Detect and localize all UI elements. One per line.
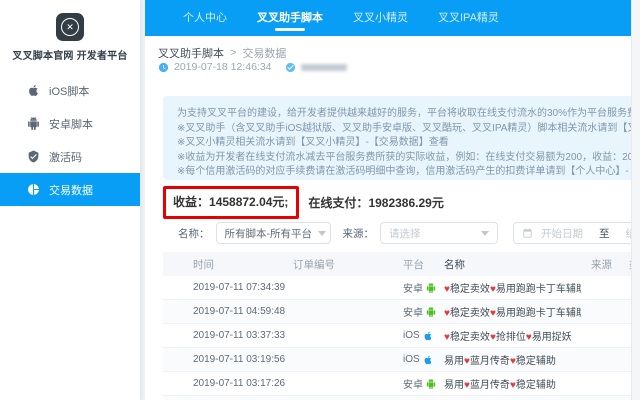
shield-icon [27,150,40,163]
name-filter-label: 名称： [178,226,210,241]
sidebar-item-label: 激活码 [49,149,82,165]
table-row: 2019-07-11 03:19:56 iOS易用♥蓝月传奇♥稳定辅助 [163,348,632,372]
sidebar-item-label: iOS脚本 [49,83,89,99]
table-row: iOS易用♥蓝月传奇♥稳定辅助 [163,396,632,400]
column-header-时间: 时间 [163,257,293,272]
column-header-来源: 来源 [581,257,621,272]
notice-line: 为支持叉叉平台的建设，给开发者提供越来越好的服务，平台将收取在线支付流水的30%… [177,107,632,122]
filter-bar: 名称： 所有脚本-所有平台 来源： 请选择 开始日期 至 结束日期 [178,222,632,244]
apple-icon [423,355,433,365]
main-content: 个人中心叉叉助手脚本叉叉小精灵叉叉IPA精灵 叉叉助手脚本 > 交易数据 201… [145,0,632,400]
cell-name: ♥稳定卖效♥易用跑跑卡丁车辅助 [436,304,581,319]
cell-platform: iOS [398,330,436,341]
sidebar-menu: iOS脚本安卓脚本激活码交易数据 [0,74,140,206]
notice-line: ※叉叉小精灵相关流水请到【叉叉小精灵】-【交易数据】查看 [177,136,632,151]
notice-line: ※每个信用激活码的对应手续费请在激活码明细中查询，信用激活码产生的扣费详单请到【… [177,165,632,180]
tab-个人中心[interactable]: 个人中心 [183,0,227,36]
sidebar-item-label: 交易数据 [49,182,93,198]
sidebar-item-激活码[interactable]: 激活码 [0,140,140,173]
brand-title: 叉叉脚本官网 开发者平台 [0,47,140,62]
summary-line: 收益：1458872.04元; 在线支付：1982386.29元 [163,186,444,219]
sidebar-item-iOS脚本[interactable]: iOS脚本 [0,74,140,107]
tab-叉叉小精灵[interactable]: 叉叉小精灵 [353,0,408,36]
breadcrumb-parent[interactable]: 叉叉助手脚本 [158,45,224,61]
app-logo: ✕ [56,13,84,41]
clock-icon [158,62,169,73]
source-filter-label: 来源： [343,226,375,241]
sidebar-item-安卓脚本[interactable]: 安卓脚本 [0,107,140,140]
online-pay-label: 在线支付： [308,196,368,210]
page-datetime: 2019-07-18 12:46:34 [174,61,272,73]
apple-icon [27,84,40,97]
table-body: 2019-07-11 07:34:39安卓♥稳定卖效♥易用跑跑卡丁车辅助2019… [163,276,632,400]
table-row: 2019-07-11 03:17:26 安卓易用♥蓝月传奇♥稳定辅助 [163,372,632,396]
cell-platform: 安卓 [398,304,436,319]
transactions-table: 时间订单编号平台名称来源类型 2019-07-11 07:34:39安卓♥稳定卖… [163,252,632,400]
chevron-down-icon [318,231,326,236]
cell-time: 2019-07-11 03:17:26 [163,378,293,389]
column-header-订单编号: 订单编号 [293,257,398,272]
cell-time: 2019-07-11 03:37:33 [163,330,293,341]
table-header-row: 时间订单编号平台名称来源类型 [163,252,632,276]
chevron-down-icon [481,231,489,236]
column-header-名称: 名称 [436,257,581,272]
sidebar-item-交易数据[interactable]: 交易数据 [0,173,140,206]
script-select[interactable]: 所有脚本-所有平台 [216,222,331,244]
date-range-picker[interactable]: 开始日期 至 结束日期 [513,222,632,244]
tab-叉叉IPA精灵[interactable]: 叉叉IPA精灵 [438,0,499,36]
cell-time: 2019-07-11 03:19:56 [163,354,293,365]
breadcrumb-separator: > [230,47,236,59]
xx-logo-icon: ✕ [61,18,79,36]
pie-chart-icon [27,183,40,196]
redacted-text [301,64,347,71]
breadcrumb: 叉叉助手脚本 > 交易数据 [158,45,286,61]
date-range-to-label: 至 [599,226,610,241]
notice-panel: 为支持叉叉平台的建设，给开发者提供越来越好的服务，平台将收取在线支付流水的30%… [163,96,632,180]
cell-name: ♥稳定卖效♥抢排位♥易用捉妖 [436,328,581,343]
online-pay-value: 1982386.29元 [368,196,443,210]
app-window: ✕ 叉叉脚本官网 开发者平台 iOS脚本安卓脚本激活码交易数据 个人中心叉叉助手… [0,0,640,400]
android-icon [426,307,436,317]
source-select[interactable]: 请选择 [380,222,498,244]
revenue-label: 收益： [173,195,209,209]
top-nav: 个人中心叉叉助手脚本叉叉小精灵叉叉IPA精灵 [145,0,632,36]
table-row: 2019-07-11 07:34:39 安卓♥稳定卖效♥易用跑跑卡丁车辅助 [163,276,632,300]
sidebar-item-label: 安卓脚本 [49,116,93,132]
table-row: 2019-07-11 04:59:48 安卓♥稳定卖效♥易用跑跑卡丁车辅助 [163,300,632,324]
tab-叉叉助手脚本[interactable]: 叉叉助手脚本 [257,0,323,36]
table-row: 2019-07-11 03:37:33 iOS♥稳定卖效♥抢排位♥易用捉妖 [163,324,632,348]
calendar-icon [522,228,533,239]
column-header-平台: 平台 [398,257,436,272]
script-select-value: 所有脚本-所有平台 [225,226,313,241]
cell-name: 易用♥蓝月传奇♥稳定辅助 [436,376,581,391]
revenue-value: 1458872.04元; [209,195,288,209]
source-select-placeholder: 请选择 [389,226,421,241]
annotation-highlight-box: 收益：1458872.04元; [163,186,299,219]
breadcrumb-current: 交易数据 [242,45,286,61]
start-date-input[interactable]: 开始日期 [541,226,583,241]
page-scrollbar[interactable] [631,0,640,400]
cell-name: 易用♥蓝月传奇♥稳定辅助 [436,352,581,367]
cell-platform: iOS [398,354,436,365]
android-icon [27,117,40,130]
android-icon [426,283,436,293]
notice-line: ※叉叉助手（含叉叉助手iOS越狱版、叉叉助手安卓版、叉叉酷玩、叉叉IPA精灵）脚… [177,122,632,137]
sidebar: ✕ 叉叉脚本官网 开发者平台 iOS脚本安卓脚本激活码交易数据 [0,0,140,400]
cell-time: 2019-07-11 04:59:48 [163,306,293,317]
android-icon [426,379,436,389]
apple-icon [423,331,433,341]
cell-name: ♥稳定卖效♥易用跑跑卡丁车辅助 [436,280,581,295]
cell-platform: 安卓 [398,376,436,391]
check-circle-icon [285,62,296,73]
cell-platform: 安卓 [398,280,436,295]
meta-dateline: 2019-07-18 12:46:34 [158,61,347,73]
notice-line: ※收益为开发者在线支付流水减去平台服务费所获的实际收益，例如：在线支付交易额为2… [177,151,632,166]
cell-time: 2019-07-11 07:34:39 [163,282,293,293]
